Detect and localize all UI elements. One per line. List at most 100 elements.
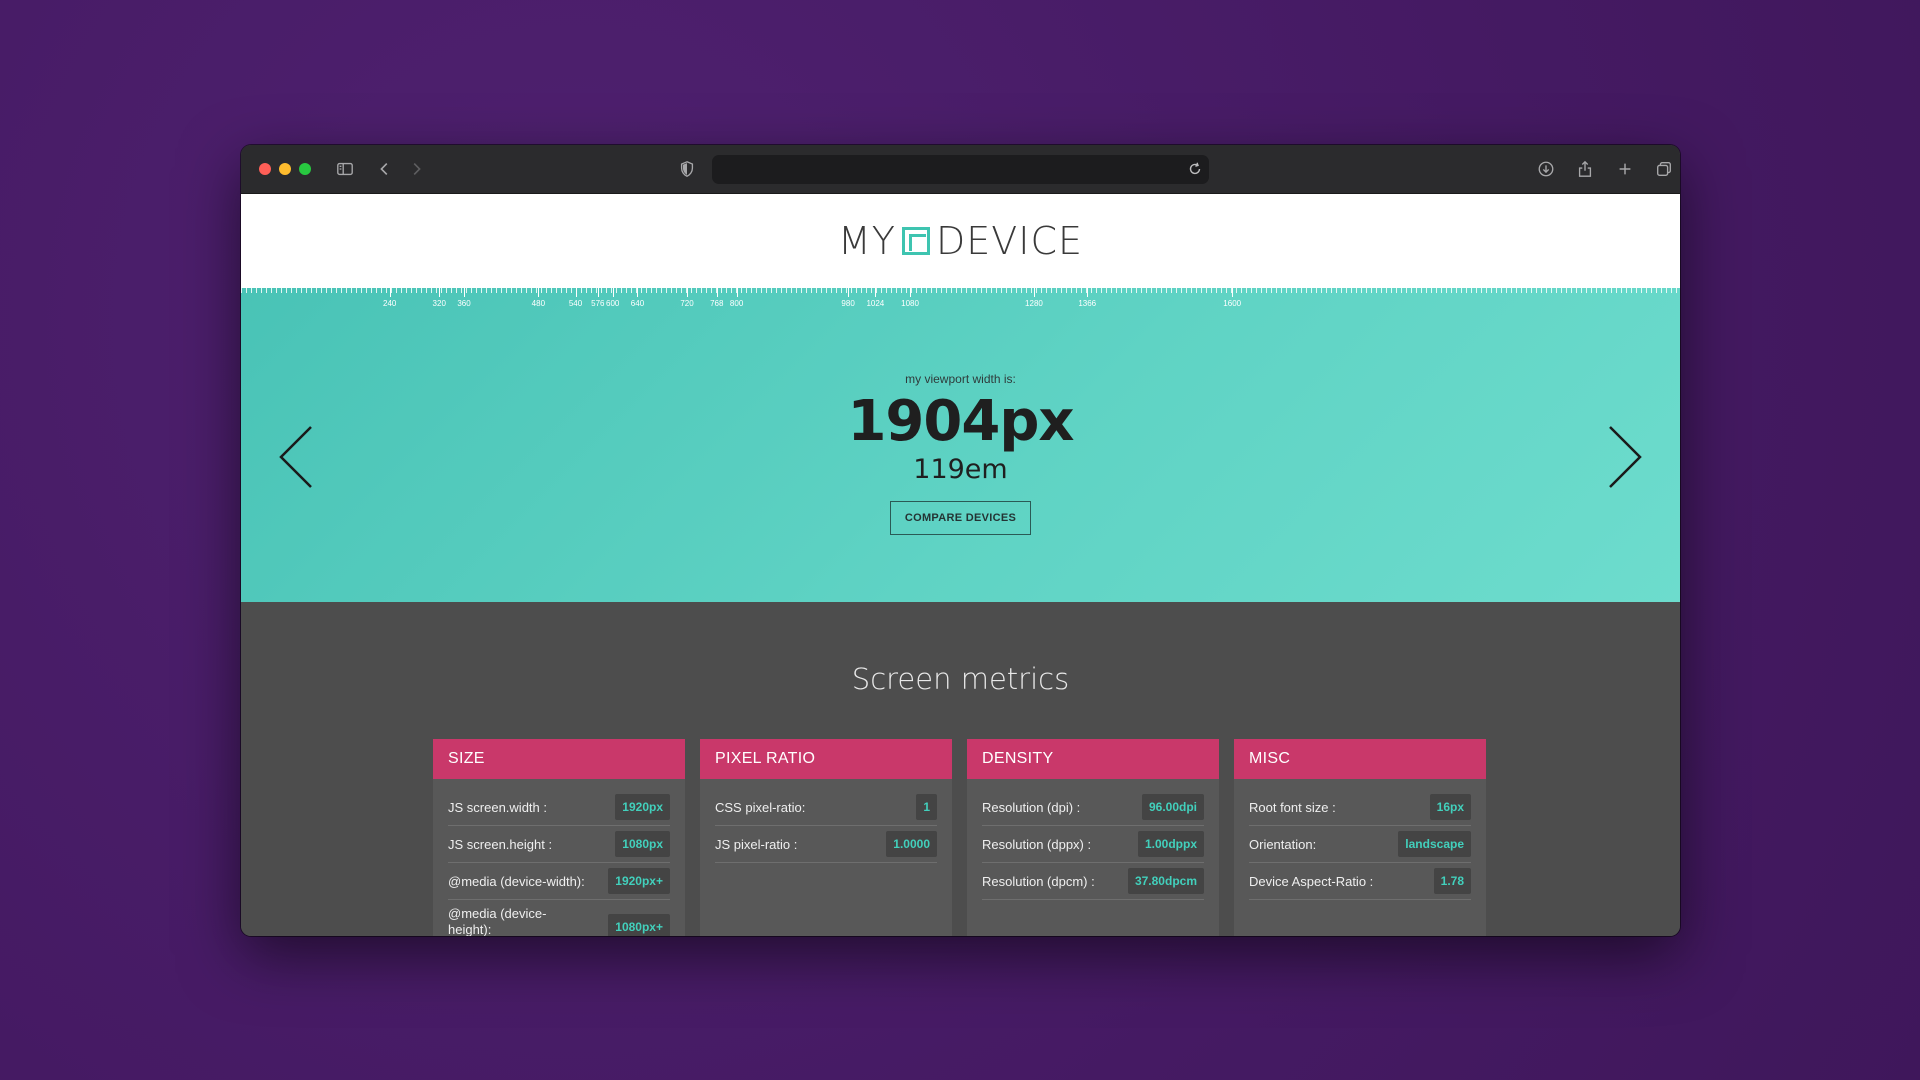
ruler-label: 1024	[866, 299, 885, 308]
metric-key: Orientation:	[1249, 836, 1317, 852]
metric-value: 1.78	[1433, 868, 1471, 894]
metric-row: JS pixel-ratio : 1.0000	[715, 826, 937, 863]
ruler-mark	[464, 288, 466, 297]
viewport-width-em: 119em	[913, 454, 1008, 485]
card-body: Root font size : 16px Orientation: landscap…	[1234, 779, 1486, 900]
metric-row: Root font size : 16px	[1249, 789, 1471, 826]
ruler-mark	[1087, 288, 1089, 297]
ruler-mark	[538, 288, 540, 297]
metric-key: Resolution (dpcm) :	[982, 873, 1095, 889]
metric-key: JS screen.width :	[448, 799, 547, 815]
address-bar[interactable]	[712, 155, 1209, 184]
ruler-mark	[439, 288, 441, 297]
metric-key: Resolution (dppx) :	[982, 836, 1092, 852]
minimize-window-button[interactable]	[279, 163, 291, 175]
viewport-hero: 240 320 360 480 540 576 600 640 720 768 800 980 1024…	[241, 288, 1680, 602]
card-title: SIZE	[433, 739, 685, 779]
forward-icon[interactable]	[403, 157, 429, 181]
viewport-width-px: 1904px	[847, 389, 1074, 454]
ruler-mark	[736, 288, 738, 297]
metric-value: 16px	[1429, 794, 1471, 820]
ruler-mark	[910, 288, 912, 297]
site-logo[interactable]: MY DEVICE	[838, 219, 1083, 263]
card-title: MISC	[1234, 739, 1486, 779]
ruler-label: 360	[457, 299, 471, 308]
metric-card-size: SIZE JS screen.width : 1920px JS screen.hei…	[433, 739, 685, 936]
ruler-mark	[612, 288, 614, 297]
ruler-label: 768	[710, 299, 724, 308]
metric-key: @media (device-width):	[448, 873, 585, 889]
card-body: JS screen.width : 1920px JS screen.height …	[433, 779, 685, 936]
logo-text-device: DEVICE	[935, 219, 1083, 263]
ruler-mark	[637, 288, 639, 297]
reload-icon[interactable]	[1187, 161, 1203, 177]
ruler-mark	[1232, 288, 1234, 297]
browser-window: MY DEVICE 240 320 360 480 540 576 600 640 720 768…	[241, 145, 1680, 936]
ruler-label: 576	[591, 299, 605, 308]
ruler-mark	[575, 288, 577, 297]
sidebar-icon[interactable]	[332, 157, 358, 181]
metric-key: Device Aspect-Ratio :	[1249, 873, 1374, 889]
metric-card-misc: MISC Root font size : 16px Orientation: land…	[1234, 739, 1486, 936]
site-header: MY DEVICE	[241, 194, 1680, 288]
ruler-mark	[716, 288, 718, 297]
metric-value: 1080px+	[608, 914, 670, 936]
card-title: PIXEL RATIO	[700, 739, 952, 779]
ruler-label: 1600	[1223, 299, 1242, 308]
metric-row: JS screen.width : 1920px	[448, 789, 670, 826]
ruler-label: 720	[680, 299, 694, 308]
tabs-overview-icon[interactable]	[1651, 157, 1677, 181]
zoom-window-button[interactable]	[299, 163, 311, 175]
metric-value: 1.0000	[886, 831, 937, 857]
metric-row: Orientation: landscape	[1249, 826, 1471, 863]
metric-row: @media (device-width): 1920px+	[448, 863, 670, 900]
share-icon[interactable]	[1572, 157, 1598, 181]
metric-row: CSS pixel-ratio: 1	[715, 789, 937, 826]
logo-mark-icon	[901, 227, 930, 255]
ruler-mark	[597, 288, 599, 297]
ruler-mark	[848, 288, 850, 297]
metric-value: landscape	[1398, 831, 1471, 857]
ruler-label: 240	[382, 299, 397, 308]
metric-card-pixel-ratio: PIXEL RATIO CSS pixel-ratio: 1 JS pixel-rat…	[700, 739, 952, 936]
metric-value: 1	[916, 794, 937, 820]
metric-key: Resolution (dpi) :	[982, 799, 1081, 815]
back-icon[interactable]	[372, 157, 398, 181]
metric-key: CSS pixel-ratio:	[715, 799, 806, 815]
ruler-mark	[875, 288, 877, 297]
ruler-ticks	[241, 288, 1680, 293]
card-body: Resolution (dpi) :96.00dpi Resolution (dp…	[967, 779, 1219, 900]
card-body: CSS pixel-ratio: 1 JS pixel-ratio : 1.0000	[700, 779, 952, 863]
metric-row: Resolution (dpi) : 96.00dpi	[982, 789, 1204, 826]
metrics-title: Screen metrics	[851, 662, 1070, 696]
ruler-label: 980	[841, 299, 855, 308]
metric-row: Device Aspect-Ratio : 1.78	[1249, 863, 1471, 900]
metric-value: 1920px+	[608, 868, 670, 894]
metric-value: 1080px	[615, 831, 670, 857]
ruler-label: 1366	[1078, 299, 1097, 308]
ruler-label: 320	[432, 299, 446, 308]
new-tab-icon[interactable]	[1612, 157, 1638, 181]
ruler-label: 640	[630, 299, 645, 308]
metric-value: 37.80dpcm	[1127, 868, 1204, 894]
shield-icon[interactable]	[674, 157, 700, 181]
logo-text-my: MY	[837, 219, 896, 263]
ruler-label: 1080	[901, 299, 919, 308]
metric-value: 1.00dppx	[1137, 831, 1204, 857]
metric-key: Root font size :	[1249, 799, 1336, 815]
metric-key: @media (device-height):	[448, 906, 547, 936]
metric-row: @media (device-height): 1080px+	[448, 900, 670, 936]
compare-devices-button[interactable]: COMPARE DEVICES	[890, 501, 1031, 535]
metric-row: JS screen.height : 1080px	[448, 826, 670, 863]
metric-key: JS pixel-ratio :	[715, 836, 798, 852]
screen-metrics-section: Screen metrics SIZE JS screen.width : 1920…	[241, 602, 1680, 936]
web-page: MY DEVICE 240 320 360 480 540 576 600 640 720 768…	[241, 194, 1680, 936]
metric-value: 96.00dpi	[1141, 794, 1204, 820]
download-icon[interactable]	[1533, 157, 1559, 181]
ruler-label: 600	[606, 299, 620, 308]
ruler-mark	[389, 288, 391, 297]
ruler-label: 800	[729, 299, 744, 308]
viewport-label: my viewport width is:	[905, 372, 1016, 386]
close-window-button[interactable]	[259, 163, 271, 175]
ruler-mark	[687, 288, 689, 297]
